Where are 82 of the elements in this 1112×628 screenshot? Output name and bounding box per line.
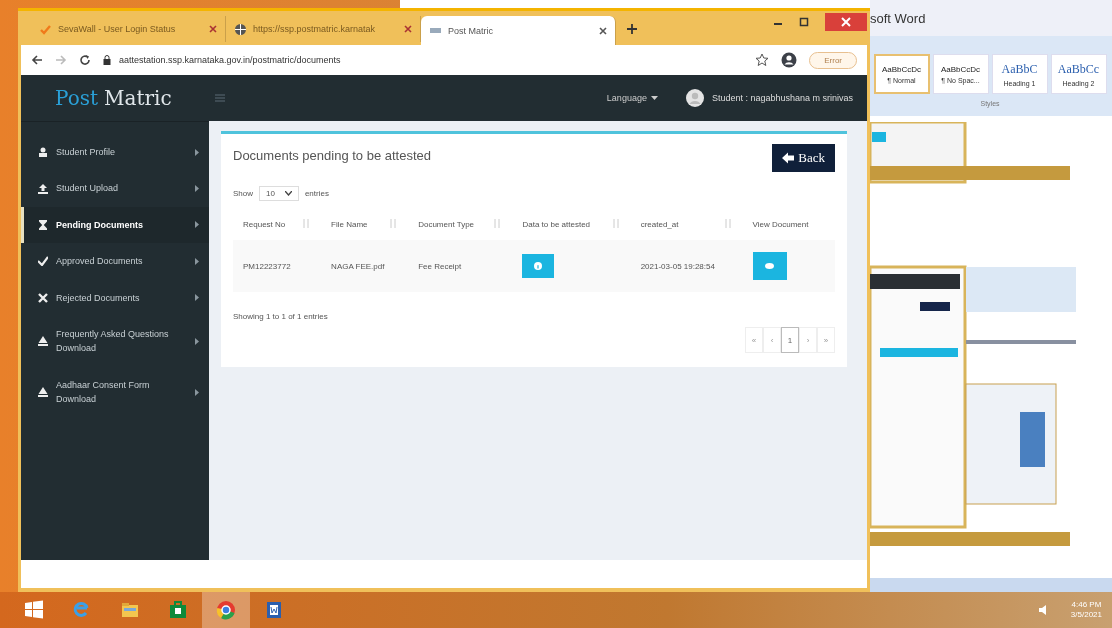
account-icon[interactable] — [781, 52, 798, 68]
column-header[interactable]: Document Type — [408, 209, 513, 241]
folder-icon — [120, 600, 140, 620]
address-field[interactable]: aattestation.ssp.karnataka.gov.in/postmatric/documents — [103, 49, 744, 71]
sort-icon — [390, 219, 397, 228]
globe-icon — [234, 22, 247, 36]
tab-title: https://ssp.postmatric.karnatak — [253, 24, 377, 34]
new-tab-icon[interactable] — [626, 23, 638, 35]
window-title: soft Word — [870, 0, 1112, 36]
info-icon — [534, 262, 543, 271]
browser-tab[interactable]: Post Matric — [421, 16, 616, 45]
back-button[interactable]: Back — [772, 144, 835, 172]
bag-icon — [168, 600, 188, 620]
profile-button[interactable]: Error — [809, 51, 857, 69]
maximize-icon[interactable] — [799, 17, 809, 27]
caret-icon — [650, 96, 658, 100]
chevron-icon — [195, 257, 199, 265]
upload-icon — [38, 183, 48, 194]
cross-icon — [38, 292, 48, 303]
column-header[interactable]: created_at — [630, 209, 743, 241]
check-icon — [38, 256, 48, 267]
document-icon — [264, 600, 284, 620]
logo-text: Matric — [104, 86, 172, 110]
arrow-left-icon — [782, 152, 795, 164]
sidebar-item[interactable]: Student Profile — [21, 134, 209, 171]
language-menu[interactable]: Language — [606, 93, 658, 103]
close-icon[interactable] — [209, 25, 217, 33]
sidebar-item[interactable]: Frequently Asked Questions Download — [21, 315, 209, 367]
chevron-icon — [195, 337, 199, 345]
close-icon[interactable] — [599, 26, 607, 35]
entries-select[interactable]: 10 — [259, 186, 299, 201]
tab-title: Post Matric — [448, 25, 494, 36]
column-header[interactable]: Data to be attested — [512, 209, 631, 241]
table-cell: 2021-03-05 19:28:54 — [630, 240, 743, 293]
sidebar-item[interactable]: Aadhaar Consent Form Download — [21, 366, 209, 418]
column-header[interactable]: Request No — [233, 209, 322, 241]
reload-icon[interactable] — [79, 54, 91, 66]
triangle-icon — [38, 387, 48, 398]
table-info: Showing 1 to 1 of 1 entries — [233, 312, 329, 322]
user-icon — [38, 147, 48, 158]
back-arrow-icon[interactable] — [31, 54, 43, 66]
chevron-icon — [195, 294, 199, 302]
chevron-icon — [195, 148, 199, 156]
close-button[interactable] — [825, 13, 867, 31]
sidebar-item[interactable]: Student Upload — [21, 170, 209, 207]
sidebar-item[interactable]: Approved Documents — [21, 243, 209, 280]
start-icon — [24, 600, 44, 620]
view-button[interactable] — [752, 252, 787, 281]
eye-icon — [765, 263, 775, 270]
table-cell: PM12223772 — [233, 240, 322, 293]
logo-text: Post — [55, 86, 98, 110]
column-header[interactable]: File Name — [321, 209, 409, 241]
sort-icon — [494, 219, 501, 228]
wheel-icon — [216, 600, 236, 620]
chevron-icon — [195, 221, 199, 229]
tab-title: SevaWall - User Login Status — [58, 24, 177, 34]
chevron-down-icon — [284, 191, 292, 196]
table-cell: Fee Receipt — [408, 240, 513, 293]
user-menu[interactable]: Student : nagabhushana m srinivas — [685, 89, 853, 107]
sidebar-item[interactable]: Rejected Documents — [21, 279, 209, 316]
taskbar-button[interactable] — [202, 592, 250, 628]
table-cell: NAGA FEE.pdf — [321, 240, 409, 293]
lock-icon — [103, 55, 111, 65]
avatar-icon — [685, 89, 704, 107]
card-title: Documents pending to be attested — [233, 147, 432, 163]
chevron-icon — [195, 185, 199, 193]
show-label: Show — [233, 189, 253, 198]
close-icon[interactable] — [404, 25, 412, 33]
sort-icon — [303, 219, 310, 228]
triangle-icon — [38, 336, 48, 347]
close-icon — [841, 17, 851, 27]
star-icon[interactable] — [755, 53, 770, 67]
column-header: View Document — [742, 209, 835, 241]
sort-icon — [724, 219, 731, 228]
entries-label: entries — [304, 189, 329, 198]
hourglass-icon — [38, 219, 48, 230]
page-button[interactable]: 1 — [781, 327, 799, 354]
browser-tab[interactable]: SevaWall - User Login Status — [31, 16, 226, 42]
info-button[interactable] — [522, 254, 555, 279]
sidebar-item[interactable]: Pending Documents — [21, 206, 209, 244]
chevron-icon — [195, 388, 199, 396]
sort-icon — [612, 219, 619, 228]
